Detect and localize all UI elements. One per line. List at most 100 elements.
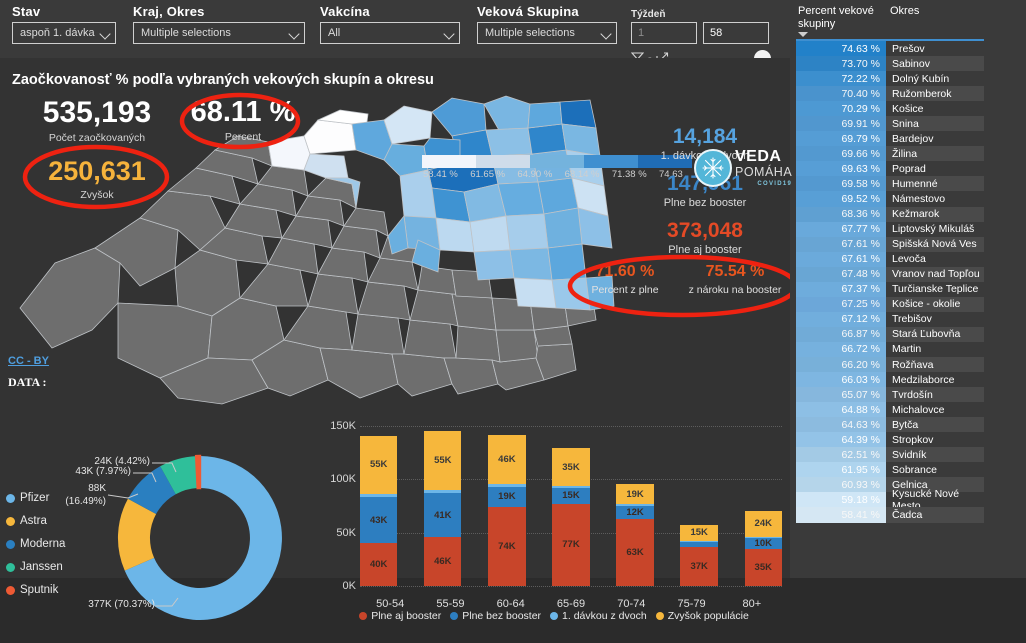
table-row[interactable]: 62.51 %Svidník	[790, 447, 1026, 462]
bar-segment[interactable]: 77K	[552, 504, 589, 586]
bar-column[interactable]: 46K 19K74K	[488, 426, 525, 586]
table-row[interactable]: 67.12 %Trebišov	[790, 312, 1026, 327]
legend-dot-plne-aj-booster	[359, 612, 367, 620]
table-row[interactable]: 58.41 %Čadca	[790, 507, 1026, 522]
bar-segment[interactable]: 55K	[360, 436, 397, 495]
bar-column[interactable]: 19K 12K63K	[616, 426, 653, 586]
week-min-input[interactable]: 1	[631, 22, 697, 44]
bar-column[interactable]: 55K43K40K	[360, 426, 397, 586]
bar-column[interactable]: 24K10K35K	[745, 426, 782, 586]
table-row[interactable]: 67.37 %Turčianske Teplice	[790, 282, 1026, 297]
bar-segment[interactable]: 63K	[616, 519, 653, 586]
table-row[interactable]: 66.87 %Stará Ľubovňa	[790, 327, 1026, 342]
table-row[interactable]: 73.70 %Sabinov	[790, 56, 1026, 71]
sort-descending-icon[interactable]	[798, 32, 808, 37]
bar-legend-label: Plne bez booster	[462, 610, 541, 622]
filter-vakcina-select[interactable]: All	[320, 22, 460, 44]
bar-column[interactable]: 15K37K	[680, 426, 717, 586]
bar-segment[interactable]: 41K	[424, 493, 461, 537]
bar-segment[interactable]: 15K	[680, 525, 717, 541]
table-rows: 74.63 %Prešov73.70 %Sabinov72.22 %Dolný …	[790, 41, 1026, 523]
table-row[interactable]: 59.18 %Kysucké Nové Mesto	[790, 492, 1026, 507]
bar-segment[interactable]: 15K	[552, 488, 589, 504]
filter-vekova-label: Veková Skupina	[477, 4, 617, 19]
table-row[interactable]: 67.61 %Spišská Nová Ves	[790, 237, 1026, 252]
table-cell-percent: 59.18 %	[796, 492, 886, 507]
filter-kraj-label: Kraj, Okres	[133, 4, 305, 19]
bar-segment[interactable]: 46K	[488, 435, 525, 484]
age-group-bar-chart[interactable]: 0K50K100K150K55K43K40K55K41K46K46K19K74K…	[318, 418, 790, 636]
table-row[interactable]: 66.20 %Rožňava	[790, 357, 1026, 372]
table-row[interactable]: 69.52 %Námestovo	[790, 191, 1026, 206]
bar-segment[interactable]: 35K	[745, 549, 782, 586]
table-row[interactable]: 70.40 %Ružomberok	[790, 86, 1026, 101]
table-cell-okres: Liptovský Mikuláš	[886, 222, 984, 237]
vaccine-legend-item-moderna[interactable]: Moderna	[6, 538, 65, 550]
table-row[interactable]: 69.63 %Poprad	[790, 161, 1026, 176]
filter-stav-select[interactable]: aspoň 1. dávka	[12, 22, 116, 44]
bar-segment[interactable]: 37K	[680, 547, 717, 586]
bar-column[interactable]: 35K 15K77K	[552, 426, 589, 586]
bar-segment[interactable]: 35K	[552, 448, 589, 485]
bar-segment[interactable]: 74K	[488, 507, 525, 586]
vaccine-legend-item-sputnik[interactable]: Sputnik	[6, 584, 65, 596]
vaccine-legend-label: Janssen	[20, 561, 63, 573]
cc-by-link[interactable]: CC - BY	[8, 355, 49, 367]
bar-segment[interactable]: 46K	[424, 537, 461, 586]
table-cell-okres: Spišská Nová Ves	[886, 237, 984, 252]
kpi-percent: 68.11 % Percent	[183, 98, 303, 143]
bar-segment[interactable]: 43K	[360, 497, 397, 543]
table-cell-okres: Dolný Kubín	[886, 71, 984, 86]
bar-legend-item-plne-aj-booster[interactable]: Plne aj booster	[359, 610, 441, 622]
veda-logo-line2: POMÁHA	[735, 166, 792, 179]
bar-legend-item-prva-davka[interactable]: 1. dávkou z dvoch	[550, 610, 647, 622]
vaccine-legend-item-pfizer[interactable]: Pfizer	[6, 492, 65, 504]
dashboard-root: Stav aspoň 1. dávka Kraj, Okres Multiple…	[0, 0, 1026, 578]
table-row[interactable]: 64.63 %Bytča	[790, 417, 1026, 432]
table-row[interactable]: 66.72 %Martin	[790, 342, 1026, 357]
table-row[interactable]: 64.39 %Stropkov	[790, 432, 1026, 447]
vaccine-legend-item-janssen[interactable]: Janssen	[6, 561, 65, 573]
bar-segment[interactable]: 19K	[488, 487, 525, 507]
bar-segment[interactable]: 10K	[745, 538, 782, 549]
bar-segment[interactable]: 24K	[745, 511, 782, 537]
table-row[interactable]: 67.25 %Košice - okolie	[790, 297, 1026, 312]
table-header-okres[interactable]: Okres	[890, 5, 919, 18]
bar-segment[interactable]: 19K	[616, 484, 653, 504]
district-table[interactable]: Percent vekové skupiny Okres 74.63 %Preš…	[790, 0, 1026, 578]
donut-slice-sputnik	[196, 456, 200, 488]
bar-legend-item-zvysok-populacie[interactable]: Zvyšok populácie	[656, 610, 749, 622]
table-header-percent[interactable]: Percent vekové skupiny	[798, 5, 884, 31]
table-cell-okres: Poprad	[886, 161, 984, 176]
table-row[interactable]: 72.22 %Dolný Kubín	[790, 71, 1026, 86]
table-row[interactable]: 69.91 %Snina	[790, 116, 1026, 131]
week-max-input[interactable]: 58	[703, 22, 769, 44]
table-row[interactable]: 69.79 %Bardejov	[790, 131, 1026, 146]
bar-segment[interactable]: 12K	[616, 506, 653, 519]
bar-segment[interactable]: 55K	[424, 431, 461, 490]
table-row[interactable]: 69.58 %Humenné	[790, 176, 1026, 191]
table-row[interactable]: 74.63 %Prešov	[790, 41, 1026, 56]
veda-logo-line1: VEDA	[735, 149, 792, 165]
table-row[interactable]: 67.48 %Vranov nad Topľou	[790, 267, 1026, 282]
table-cell-percent: 64.39 %	[796, 432, 886, 447]
filter-kraj-okres: Kraj, Okres Multiple selections	[133, 4, 305, 44]
table-row[interactable]: 64.88 %Michalovce	[790, 402, 1026, 417]
bar-legend-item-plne-bez-booster[interactable]: Plne bez booster	[450, 610, 541, 622]
vaccine-donut-chart[interactable]	[100, 438, 300, 628]
vaccine-legend-item-astra[interactable]: Astra	[6, 515, 65, 527]
table-row[interactable]: 61.95 %Sobrance	[790, 462, 1026, 477]
table-row[interactable]: 66.03 %Medzilaborce	[790, 372, 1026, 387]
table-row[interactable]: 69.66 %Žilina	[790, 146, 1026, 161]
bar-segment[interactable]: 40K	[360, 543, 397, 586]
table-row[interactable]: 67.77 %Liptovský Mikuláš	[790, 222, 1026, 237]
table-row[interactable]: 70.29 %Košice	[790, 101, 1026, 116]
filter-kraj-select[interactable]: Multiple selections	[133, 22, 305, 44]
filter-vekova-select[interactable]: Multiple selections	[477, 22, 617, 44]
bar-column[interactable]: 55K41K46K	[424, 426, 461, 586]
table-row[interactable]: 65.07 %Tvrdošín	[790, 387, 1026, 402]
table-row[interactable]: 67.61 %Levoča	[790, 252, 1026, 267]
table-row[interactable]: 68.36 %Kežmarok	[790, 207, 1026, 222]
table-cell-okres: Humenné	[886, 176, 984, 191]
bar-legend-label: Plne aj booster	[371, 610, 441, 622]
